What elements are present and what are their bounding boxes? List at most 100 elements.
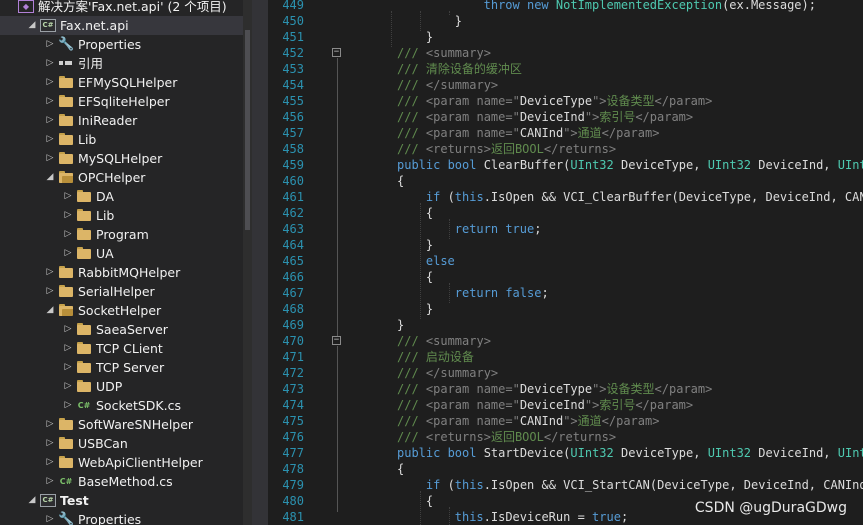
code-line[interactable]: 462 { <box>268 205 863 221</box>
code-token: "> <box>592 94 607 108</box>
expand-arrow-icon[interactable]: ▷ <box>44 92 56 111</box>
tree-item-usbcan[interactable]: ▷ USBCan <box>0 434 243 453</box>
code-line[interactable]: 478 { <box>268 461 863 477</box>
code-line[interactable]: 477 public bool StartDevice(UInt32 Device… <box>268 445 863 461</box>
tree-item-basemethod-cs[interactable]: ▷ C# BaseMethod.cs <box>0 472 243 491</box>
code-editor[interactable]: 449 throw new NotImplementedException(ex.… <box>268 0 863 525</box>
expand-arrow-icon[interactable]: ▷ <box>44 149 56 168</box>
tree-item-tcp-server[interactable]: ▷ TCP Server <box>0 358 243 377</box>
tree-item-tcp-client[interactable]: ▷ TCP CLient <box>0 339 243 358</box>
code-line[interactable]: 452 − /// <summary> <box>268 45 863 61</box>
code-line[interactable]: 449 throw new NotImplementedException(ex.… <box>268 0 863 13</box>
expand-arrow-icon[interactable]: ▷ <box>44 453 56 472</box>
tree-item-sockethelper[interactable]: ◢ SocketHelper <box>0 301 243 320</box>
code-token: UInt32 <box>570 446 614 460</box>
code-token: DeviceInd, <box>751 158 838 172</box>
collapse-arrow-icon[interactable]: ◢ <box>26 16 38 35</box>
code-line[interactable]: 453 /// 清除设备的缓冲区 <box>268 61 863 77</box>
code-line[interactable]: 464} <box>268 237 863 253</box>
code-text: /// <returns>返回BOOL</returns> <box>397 141 616 157</box>
code-line[interactable]: 476 /// <returns>返回BOOL</returns> <box>268 429 863 445</box>
tree-item-saeaserver[interactable]: ▷ SaeaServer <box>0 320 243 339</box>
code-line[interactable]: 456 /// <param name="DeviceInd">索引号</para… <box>268 109 863 125</box>
expand-arrow-icon[interactable]: ▷ <box>62 396 74 415</box>
fold-toggle-icon[interactable]: − <box>332 48 341 57</box>
tree-item-softwaresnhelper[interactable]: ▷ SoftWareSNHelper <box>0 415 243 434</box>
tree-item-opchelper[interactable]: ◢ OPCHelper <box>0 168 243 187</box>
tree-item-properties[interactable]: ▷ 🔧 Properties <box>0 35 243 54</box>
tree-item-fax-net-api-2[interactable]: ◆ 解决方案'Fax.net.api' (2 个项目) <box>0 0 243 16</box>
tree-item-lib[interactable]: ▷ Lib <box>0 206 243 225</box>
expand-arrow-icon[interactable]: ▷ <box>62 206 74 225</box>
tree-item-efmysqlhelper[interactable]: ▷ EFMySQLHelper <box>0 73 243 92</box>
expand-arrow-icon[interactable]: ▷ <box>44 434 56 453</box>
expand-arrow-icon[interactable]: ▷ <box>44 54 56 73</box>
code-line[interactable]: 475 /// <param name="CANInd">通道</param> <box>268 413 863 429</box>
code-line[interactable]: 460 { <box>268 173 863 189</box>
expand-arrow-icon[interactable]: ▷ <box>62 225 74 244</box>
expand-arrow-icon[interactable]: ▷ <box>62 320 74 339</box>
tree-item-label: WebApiClientHelper <box>78 455 203 470</box>
code-token: 通道 <box>577 126 602 140</box>
code-line[interactable]: 459 public bool ClearBuffer(UInt32 Device… <box>268 157 863 173</box>
code-line[interactable]: 465 else <box>268 253 863 269</box>
code-line[interactable]: 472 /// </summary> <box>268 365 863 381</box>
expand-arrow-icon[interactable]: ▷ <box>44 415 56 434</box>
code-line[interactable]: 463 return true; <box>268 221 863 237</box>
code-line[interactable]: 457 /// <param name="CANInd">通道</param> <box>268 125 863 141</box>
code-token: "> <box>592 382 607 396</box>
collapse-arrow-icon[interactable]: ◢ <box>26 491 38 510</box>
expand-arrow-icon[interactable]: ▷ <box>62 358 74 377</box>
tree-item-ua[interactable]: ▷ UA <box>0 244 243 263</box>
code-line[interactable]: 455 /// <param name="DeviceType">设备类型</pa… <box>268 93 863 109</box>
code-line[interactable]: 450} <box>268 13 863 29</box>
expand-arrow-icon[interactable]: ▷ <box>62 244 74 263</box>
code-line[interactable]: 454 /// </summary> <box>268 77 863 93</box>
expand-arrow-icon[interactable]: ▷ <box>44 111 56 130</box>
code-line[interactable]: 473 /// <param name="DeviceType">设备类型</pa… <box>268 381 863 397</box>
tree-item-webapiclienthelper[interactable]: ▷ WebApiClientHelper <box>0 453 243 472</box>
expand-arrow-icon[interactable]: ▷ <box>44 35 56 54</box>
expand-arrow-icon[interactable]: ▷ <box>44 130 56 149</box>
expand-arrow-icon[interactable]: ▷ <box>44 510 56 525</box>
collapse-arrow-icon[interactable]: ◢ <box>44 168 56 187</box>
fold-toggle-icon[interactable]: − <box>332 336 341 345</box>
code-line[interactable]: 470 − /// <summary> <box>268 333 863 349</box>
tree-item-fax-net-api[interactable]: ◢ C# Fax.net.api <box>0 16 243 35</box>
tree-item-lib[interactable]: ▷ Lib <box>0 130 243 149</box>
tree-item-mysqlhelper[interactable]: ▷ MySQLHelper <box>0 149 243 168</box>
expand-arrow-icon[interactable]: ▷ <box>62 187 74 206</box>
tree-item-serialhelper[interactable]: ▷ SerialHelper <box>0 282 243 301</box>
tree-item-udp[interactable]: ▷ UDP <box>0 377 243 396</box>
scrollbar-thumb[interactable] <box>245 30 250 230</box>
tree-item-da[interactable]: ▷ DA <box>0 187 243 206</box>
expand-arrow-icon[interactable]: ▷ <box>44 263 56 282</box>
expand-arrow-icon[interactable]: ▷ <box>44 73 56 92</box>
tree-item-inireader[interactable]: ▷ IniReader <box>0 111 243 130</box>
tree-item-rabbitmqhelper[interactable]: ▷ RabbitMQHelper <box>0 263 243 282</box>
code-line[interactable]: 474 /// <param name="DeviceInd">索引号</para… <box>268 397 863 413</box>
tree-item-test[interactable]: ◢ C# Test <box>0 491 243 510</box>
tree-item-properties[interactable]: ▷ 🔧 Properties <box>0 510 243 525</box>
collapse-arrow-icon[interactable]: ◢ <box>44 301 56 320</box>
expand-arrow-icon[interactable]: ▷ <box>62 339 74 358</box>
code-line[interactable]: 451} <box>268 29 863 45</box>
code-line[interactable]: 469} <box>268 317 863 333</box>
code-line[interactable]: 471 /// 启动设备 <box>268 349 863 365</box>
tree-item-label: SoftWareSNHelper <box>78 417 194 432</box>
expand-arrow-icon[interactable]: ▷ <box>62 377 74 396</box>
code-line[interactable]: 461 if (this.IsOpen && VCI_ClearBuffer(De… <box>268 189 863 205</box>
tree-item-item[interactable]: ▷ 引用 <box>0 54 243 73</box>
code-line[interactable]: 467 return false; <box>268 285 863 301</box>
code-line[interactable]: 468} <box>268 301 863 317</box>
expand-arrow-icon[interactable]: ▷ <box>44 282 56 301</box>
code-line[interactable]: 466 { <box>268 269 863 285</box>
code-token: else <box>425 254 455 268</box>
solution-explorer-scrollbar[interactable] <box>243 0 252 525</box>
code-line[interactable]: 458 /// <returns>返回BOOL</returns> <box>268 141 863 157</box>
tree-item-socketsdk-cs[interactable]: ▷ C# SocketSDK.cs <box>0 396 243 415</box>
code-line[interactable]: 479 if (this.IsOpen && VCI_StartCAN(Devic… <box>268 477 863 493</box>
tree-item-efsqlitehelper[interactable]: ▷ EFSqliteHelper <box>0 92 243 111</box>
tree-item-program[interactable]: ▷ Program <box>0 225 243 244</box>
expand-arrow-icon[interactable]: ▷ <box>44 472 56 491</box>
